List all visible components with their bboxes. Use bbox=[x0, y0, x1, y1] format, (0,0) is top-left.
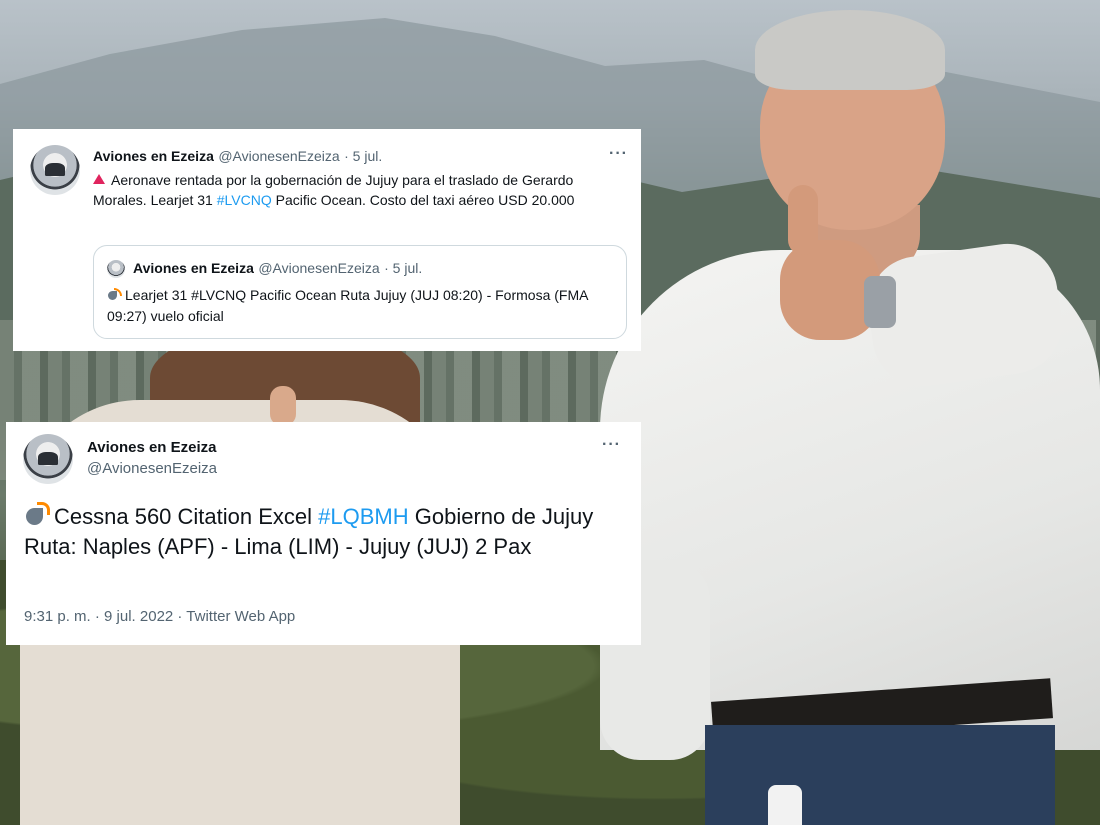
avatar bbox=[107, 260, 125, 278]
tweet-text-part: Cessna 560 Citation Excel bbox=[54, 504, 319, 529]
tweet-text: Cessna 560 Citation Excel #LQBMH Gobiern… bbox=[24, 502, 624, 562]
quoted-tweet-text: Learjet 31 #LVCNQ Pacific Ocean Ruta Juj… bbox=[107, 285, 617, 327]
hashtag-link[interactable]: #LVCNQ bbox=[217, 192, 272, 208]
author-handle[interactable]: @AvionesenEzeiza bbox=[87, 460, 217, 477]
tweet-date[interactable]: · 5 jul. bbox=[344, 148, 382, 164]
avatar[interactable] bbox=[23, 434, 73, 484]
quoted-tweet-header: Aviones en Ezeiza @AvionesenEzeiza · 5 j… bbox=[133, 260, 422, 278]
man-hair bbox=[755, 10, 945, 90]
thumbs-up bbox=[788, 185, 818, 255]
jeans bbox=[705, 725, 1055, 825]
woman-thumb bbox=[270, 386, 296, 426]
quote-tweet-card[interactable]: Aviones en Ezeiza @AvionesenEzeiza · 5 j… bbox=[13, 129, 641, 351]
tweet-text: Aeronave rentada por la gobernación de J… bbox=[93, 170, 623, 210]
satellite-antenna-icon bbox=[107, 288, 122, 302]
quoted-tweet-body: Learjet 31 #LVCNQ Pacific Ocean Ruta Juj… bbox=[107, 287, 588, 324]
quoted-tweet[interactable]: Aviones en Ezeiza @AvionesenEzeiza · 5 j… bbox=[93, 245, 627, 339]
water-bottle bbox=[768, 785, 802, 825]
hashtag-link[interactable]: #LQBMH bbox=[318, 504, 408, 529]
satellite-antenna-icon bbox=[24, 502, 50, 528]
background-photo bbox=[0, 0, 1100, 825]
red-triangle-icon bbox=[93, 174, 105, 184]
tweet-header: Aviones en Ezeiza @AvionesenEzeiza · 5 j… bbox=[93, 148, 382, 166]
more-options-icon[interactable]: ··· bbox=[609, 145, 628, 163]
quoted-tweet-date: · 5 jul. bbox=[384, 260, 423, 276]
author-name[interactable]: Aviones en Ezeiza bbox=[93, 148, 214, 164]
author-handle[interactable]: @AvionesenEzeiza bbox=[218, 148, 339, 164]
author-name[interactable]: Aviones en Ezeiza bbox=[87, 439, 217, 456]
quoted-author-handle: @AvionesenEzeiza bbox=[258, 260, 380, 276]
tweet-text-part: Pacific Ocean. Costo del taxi aéreo USD … bbox=[271, 192, 575, 208]
more-options-icon[interactable]: ··· bbox=[602, 436, 621, 454]
avatar[interactable] bbox=[30, 145, 80, 195]
wristwatch bbox=[864, 276, 896, 328]
quoted-author-name: Aviones en Ezeiza bbox=[133, 260, 254, 276]
tweet-card[interactable]: Aviones en Ezeiza @AvionesenEzeiza ··· C… bbox=[6, 422, 641, 645]
tweet-metadata[interactable]: 9:31 p. m. · 9 jul. 2022 · Twitter Web A… bbox=[24, 608, 295, 625]
